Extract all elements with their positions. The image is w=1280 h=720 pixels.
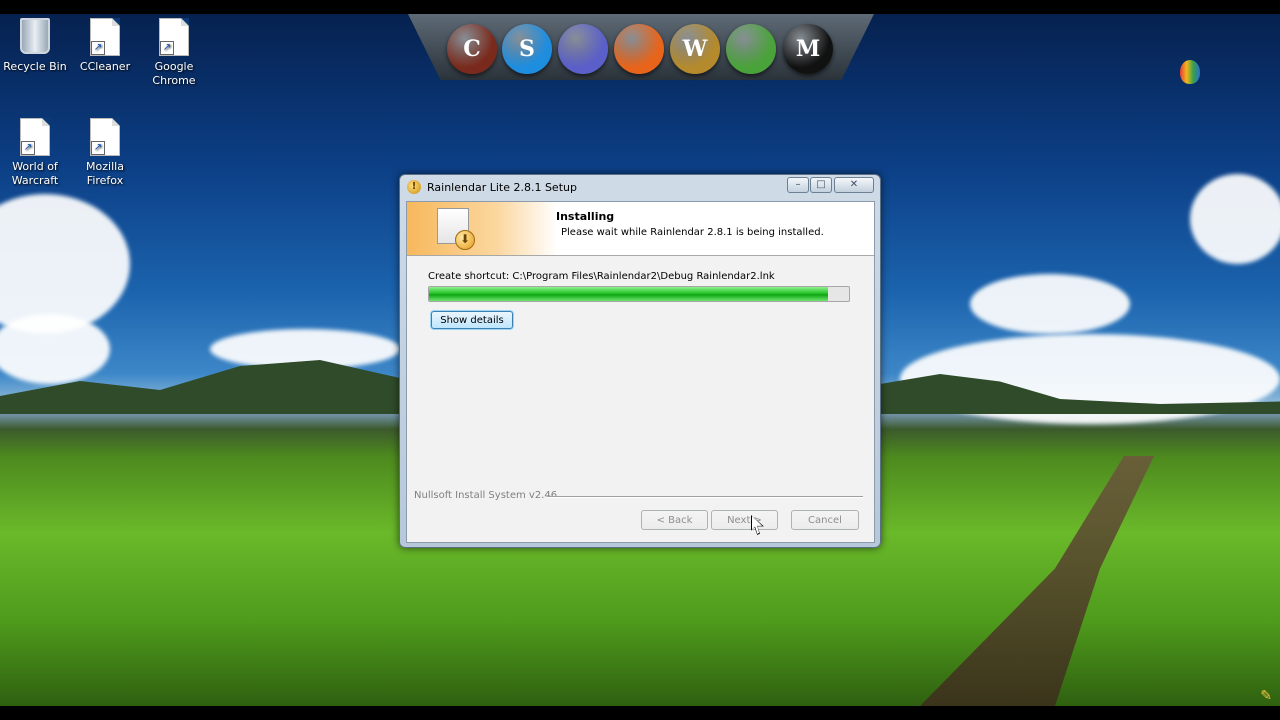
show-details-button[interactable]: Show details (431, 311, 513, 329)
desktop-icon-google-chrome[interactable]: ↗ Google Chrome (139, 18, 209, 88)
desktop-icon-label: Recycle Bin (3, 60, 67, 73)
minimize-button[interactable]: – (787, 177, 809, 193)
title-bar[interactable]: ! Rainlendar Lite 2.8.1 Setup – □ ✕ (400, 175, 880, 199)
installer-window: ! Rainlendar Lite 2.8.1 Setup – □ ✕ ⬇ In… (399, 174, 881, 548)
desktop-icon-label: World of Warcraft (11, 160, 59, 187)
letterbox-bottom (0, 706, 1280, 720)
installer-client-area: ⬇ Installing Please wait while Rainlenda… (406, 201, 875, 543)
page-title: Installing (556, 210, 615, 223)
setup-app-icon: ! (407, 180, 421, 194)
tray-corner-icon: ✎ (1260, 688, 1272, 704)
recycle-bin-icon (20, 18, 50, 54)
file-shortcut-icon: ↗ (20, 118, 50, 156)
desktop-icon-ccleaner[interactable]: ↗ CCleaner (70, 18, 140, 74)
installer-header: ⬇ Installing Please wait while Rainlenda… (407, 202, 874, 256)
firefox-dock-icon[interactable] (614, 24, 664, 74)
desktop-icon-recycle-bin[interactable]: Recycle Bin (0, 18, 70, 74)
next-button[interactable]: Next > (711, 510, 778, 530)
ccleaner-dock-icon[interactable]: C (447, 24, 497, 74)
shortcut-arrow-icon: ↗ (91, 41, 105, 55)
shortcut-arrow-icon: ↗ (160, 41, 174, 55)
skype-dock-icon[interactable]: S (502, 24, 552, 74)
file-shortcut-icon: ↗ (159, 18, 189, 56)
footer-divider (547, 496, 863, 498)
page-subtitle: Please wait while Rainlendar 2.8.1 is be… (561, 227, 824, 238)
shortcut-arrow-icon: ↗ (91, 141, 105, 155)
hot-air-balloon-icon (1180, 60, 1200, 84)
messenger-dock-icon[interactable] (726, 24, 776, 74)
warcraft-dock-icon[interactable]: W (670, 24, 720, 74)
desktop-icon-label: Google Chrome (152, 60, 196, 87)
file-shortcut-icon: ↗ (90, 118, 120, 156)
file-shortcut-icon: ↗ (90, 18, 120, 56)
maximize-button[interactable]: □ (810, 177, 832, 193)
install-progress-bar (428, 286, 850, 302)
nsis-branding: Nullsoft Install System v2.46 (414, 490, 558, 501)
desktop-icon-mozilla-firefox[interactable]: ↗ Mozilla Firefox (70, 118, 140, 188)
megaupload-dock-icon[interactable]: M (783, 24, 833, 74)
shortcut-arrow-icon: ↗ (21, 141, 35, 155)
back-button[interactable]: < Back (641, 510, 708, 530)
desktop-icon-world-of-warcraft[interactable]: ↗ World of Warcraft (0, 118, 70, 188)
window-title: Rainlendar Lite 2.8.1 Setup (427, 181, 577, 194)
cancel-button[interactable]: Cancel (791, 510, 859, 530)
close-button[interactable]: ✕ (834, 177, 874, 193)
install-status-text: Create shortcut: C:\Program Files\Rainle… (428, 271, 775, 282)
letterbox-top (0, 0, 1280, 14)
desktop-icon-label: Mozilla Firefox (86, 160, 124, 187)
header-banner: ⬇ (407, 202, 557, 255)
progress-fill (429, 287, 828, 301)
orb-dock-icon[interactable] (558, 24, 608, 74)
desktop-icon-label: CCleaner (79, 60, 131, 73)
download-arrow-icon: ⬇ (455, 230, 475, 250)
